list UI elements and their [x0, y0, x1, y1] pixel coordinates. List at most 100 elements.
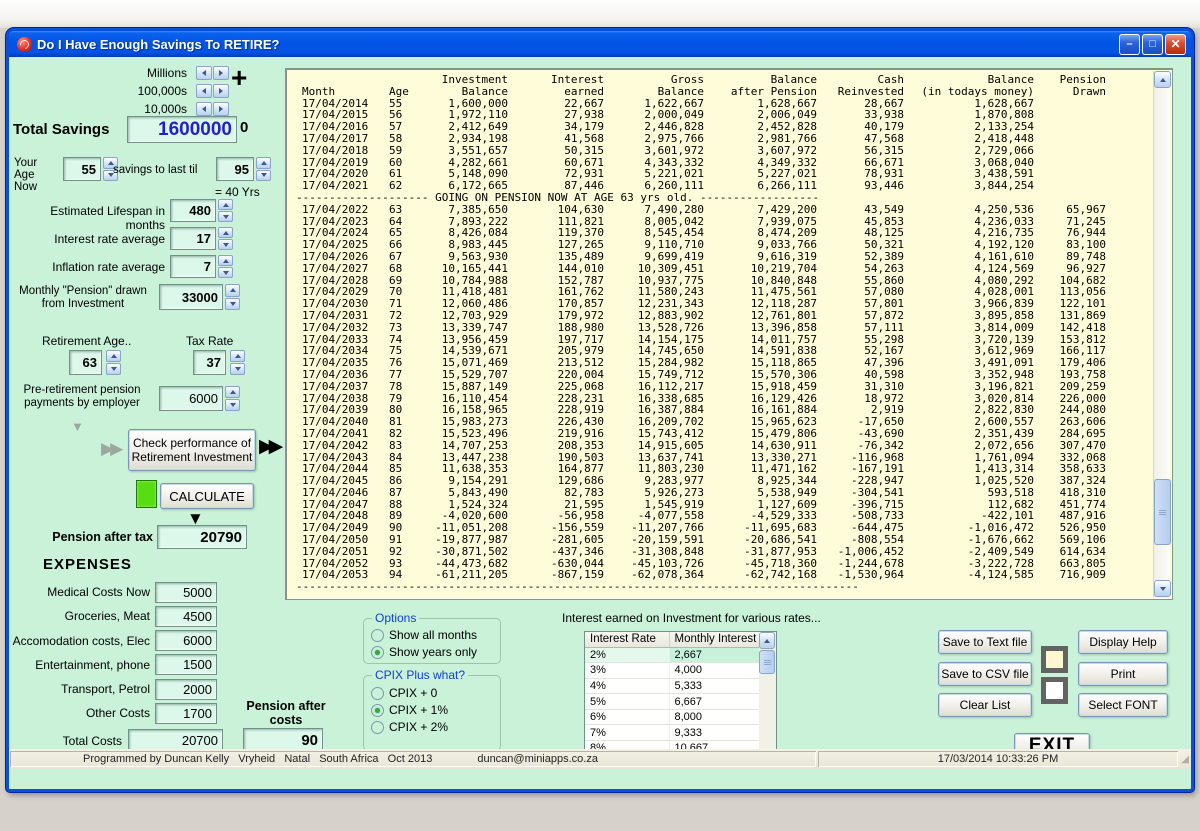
- monthly-interest-cell: 8,000: [669, 709, 759, 725]
- expense-value[interactable]: [155, 630, 217, 651]
- last-til-label: savings to last til: [113, 164, 197, 176]
- clear-list-button[interactable]: Clear List: [938, 693, 1032, 717]
- expense-value[interactable]: [155, 703, 217, 724]
- expense-label: Entertainment, phone: [9, 658, 155, 672]
- report-row: 17/04/2018593,551,65750,3153,601,9723,60…: [292, 145, 1106, 157]
- radio-icon[interactable]: [371, 629, 384, 642]
- radio-icon[interactable]: [371, 687, 384, 700]
- scroll-down-icon[interactable]: [1154, 580, 1171, 597]
- status-timestamp-panel: 17/03/2014 10:33:26 PM: [818, 751, 1178, 767]
- radio-icon[interactable]: [371, 721, 384, 734]
- inflation-rate-label: Inflation rate average: [9, 260, 165, 274]
- radio-label: Show years only: [389, 645, 477, 659]
- report-scrollbar[interactable]: [1153, 71, 1170, 597]
- expense-value[interactable]: [155, 679, 217, 700]
- report-row: 17/04/2026679,563,930135,4899,699,4199,6…: [292, 251, 1106, 263]
- interest-rate-input[interactable]: [170, 227, 216, 250]
- radio-option[interactable]: CPIX + 0: [371, 686, 448, 700]
- digit-stepper-millions[interactable]: [196, 66, 229, 80]
- options-group-title: Options: [372, 611, 419, 625]
- interest-grid-row[interactable]: 4%5,333: [585, 678, 759, 694]
- last-til-input[interactable]: [216, 157, 254, 181]
- expense-label: Transport, Petrol: [9, 682, 155, 696]
- interest-grid-row[interactable]: 7%9,333: [585, 725, 759, 741]
- interest-grid-row[interactable]: 3%4,000: [585, 663, 759, 679]
- total-savings-input[interactable]: [127, 116, 237, 143]
- tax-rate-input[interactable]: [193, 350, 226, 375]
- digit-stepper-10000s[interactable]: [196, 102, 229, 116]
- calculate-button[interactable]: CALCULATE: [160, 483, 254, 509]
- scroll-thumb[interactable]: [1154, 479, 1171, 545]
- lifespan-stepper[interactable]: [218, 199, 233, 222]
- options-group: Options Show all monthsShow years only: [363, 618, 501, 664]
- check-performance-button[interactable]: Check performance of Retirement Investme…: [128, 429, 256, 471]
- retirement-age-stepper[interactable]: [106, 350, 121, 375]
- report-panel: InvestmentInterestGrossBalanceCashBalanc…: [285, 68, 1173, 600]
- radio-option[interactable]: Show all months: [371, 628, 477, 642]
- grid-scroll-thumb[interactable]: [759, 650, 775, 674]
- employer-pension-label: Pre-retirement pension payments by emplo…: [9, 384, 155, 410]
- report-separator-row: -------------------- GOING ON PENSION NO…: [292, 192, 1106, 204]
- radio-option[interactable]: Show years only: [371, 645, 477, 659]
- status-credits: Programmed by Duncan Kelly Vryheid Natal…: [18, 753, 432, 765]
- employer-pension-stepper[interactable]: [225, 386, 240, 411]
- radio-option[interactable]: CPIX + 2%: [371, 720, 448, 734]
- employer-pension-input[interactable]: [159, 386, 223, 411]
- expense-label: Medical Costs Now: [9, 585, 155, 599]
- print-button[interactable]: Print: [1078, 662, 1168, 686]
- report-row: 17/04/20357615,071,469213,51215,284,9821…: [292, 357, 1106, 369]
- client-area: Millions100,000s10,000s + Total Savings …: [9, 57, 1191, 769]
- interest-rate-cell: 5%: [585, 694, 669, 710]
- report-row: 17/04/205091-19,877,987-281,605-20,159,5…: [292, 534, 1106, 546]
- digit-spinner-label: 10,000s: [79, 102, 187, 116]
- report-row: 17/04/2046875,843,49082,7835,926,2735,53…: [292, 487, 1106, 499]
- interest-rate-label: Interest rate average: [9, 232, 165, 246]
- expense-value[interactable]: [155, 606, 217, 627]
- indicator-square-empty: [1041, 677, 1068, 704]
- scroll-up-icon[interactable]: [1154, 71, 1171, 88]
- save-to-csv-file-button[interactable]: Save to CSV file: [938, 662, 1032, 686]
- expense-value[interactable]: [155, 582, 217, 603]
- expense-value[interactable]: [155, 654, 217, 675]
- expense-row: Transport, Petrol: [9, 678, 217, 700]
- display-help-button[interactable]: Display Help: [1078, 630, 1168, 654]
- report-row: 17/04/2045869,154,291129,6869,283,9778,9…: [292, 475, 1106, 487]
- pension-drawn-stepper[interactable]: [225, 284, 240, 310]
- report-header-row: MonthAgeBalanceearnedBalanceafter Pensio…: [292, 86, 1106, 98]
- close-button[interactable]: ✕: [1165, 34, 1186, 55]
- last-til-stepper[interactable]: [256, 157, 271, 181]
- digit-stepper-100000s[interactable]: [196, 84, 229, 98]
- radio-option[interactable]: CPIX + 1%: [371, 703, 448, 717]
- report-row: 17/04/20438413,447,238190,50313,637,7411…: [292, 452, 1106, 464]
- inflation-rate-stepper[interactable]: [218, 255, 233, 278]
- tax-rate-stepper[interactable]: [230, 350, 245, 375]
- grid-scroll-up-icon[interactable]: [759, 632, 775, 649]
- report-separator-row: ----------------------------------------…: [292, 581, 1106, 593]
- expense-label: Accomodation costs, Elec: [9, 634, 155, 648]
- report-row: 17/04/2047881,524,32421,5951,545,9191,12…: [292, 499, 1106, 511]
- interest-grid-row[interactable]: 6%8,000: [585, 709, 759, 725]
- monthly-interest-cell: 6,667: [669, 694, 759, 710]
- radio-label: CPIX + 1%: [389, 703, 448, 717]
- age-now-input[interactable]: [63, 157, 101, 181]
- radio-selected-icon[interactable]: [371, 646, 384, 659]
- expense-row: Entertainment, phone: [9, 654, 217, 676]
- radio-selected-icon[interactable]: [371, 704, 384, 717]
- pension-drawn-input[interactable]: [159, 284, 223, 310]
- select-font-button[interactable]: Select FONT: [1078, 693, 1168, 717]
- pension-after-tax-value[interactable]: [157, 525, 247, 549]
- report-row: 17/04/20418215,523,496219,91615,743,4121…: [292, 428, 1106, 440]
- inflation-rate-input[interactable]: [170, 255, 216, 278]
- resize-grip-icon: ◢: [1181, 754, 1191, 765]
- maximize-button[interactable]: □: [1142, 34, 1163, 55]
- report-row: 17/04/20398016,158,965228,91916,387,8841…: [292, 404, 1106, 416]
- save-to-text-file-button[interactable]: Save to Text file: [938, 630, 1032, 654]
- interest-grid-row[interactable]: 5%6,667: [585, 694, 759, 710]
- retirement-age-input[interactable]: [69, 350, 102, 375]
- minimize-button[interactable]: –: [1119, 34, 1140, 55]
- window-title: Do I Have Enough Savings To RETIRE?: [37, 37, 1119, 52]
- interest-grid-row[interactable]: 2%2,667: [585, 647, 759, 663]
- interest-rate-stepper[interactable]: [218, 227, 233, 250]
- lifespan-input[interactable]: [170, 199, 216, 222]
- report-row: 17/04/20307112,060,486170,85712,231,3431…: [292, 298, 1106, 310]
